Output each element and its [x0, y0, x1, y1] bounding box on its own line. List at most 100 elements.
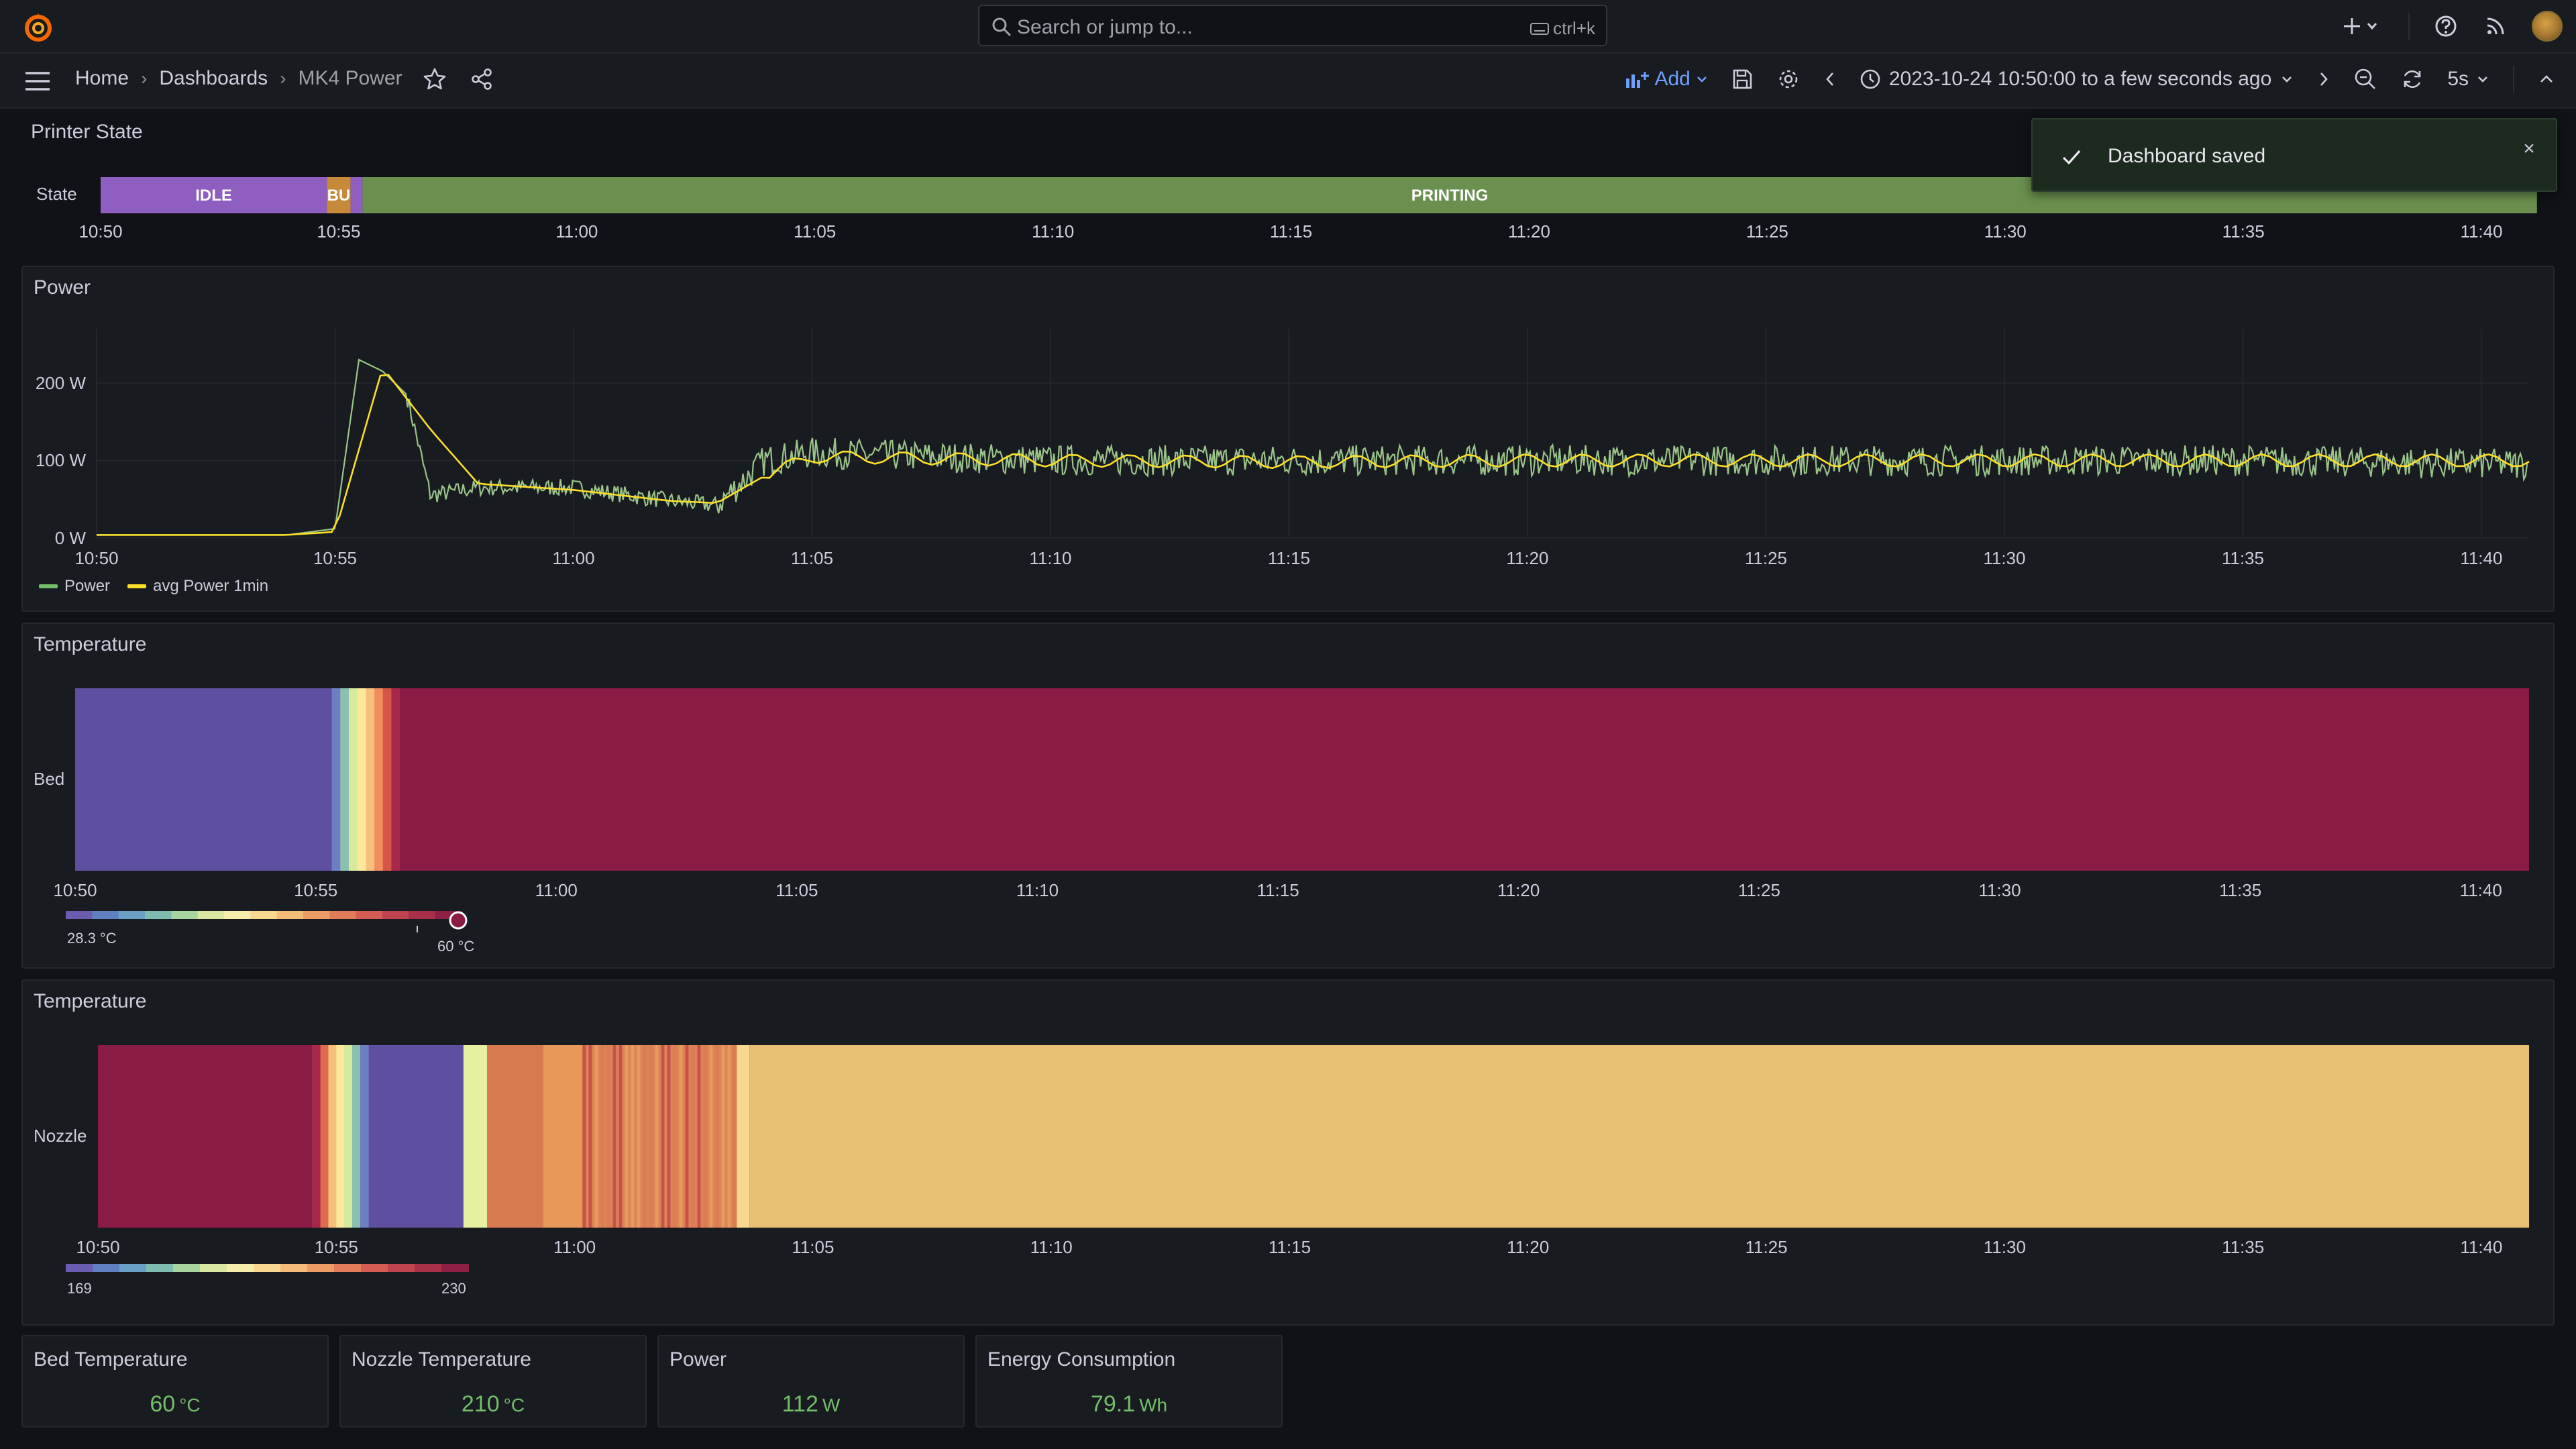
- nav-right-controls: Add 2023-10-24 10:50:00 to a few seconds…: [1625, 66, 2556, 93]
- divider: [2408, 13, 2410, 40]
- star-icon[interactable]: [423, 67, 447, 91]
- heatmap-cell: [643, 1045, 647, 1228]
- chevron-down-icon: [1697, 76, 1707, 83]
- x-tick-label: 11:00: [552, 548, 595, 568]
- heatmap-cell: [312, 1045, 321, 1228]
- rss-icon: [2487, 17, 2504, 35]
- heatmap-cell: [655, 1045, 659, 1228]
- heatmap-cell: [685, 1045, 689, 1228]
- time-range-picker[interactable]: 2023-10-24 10:50:00 to a few seconds ago: [1860, 68, 2294, 91]
- x-tick-label: 11:00: [535, 880, 578, 900]
- x-tick-label: 10:55: [294, 880, 338, 900]
- state-segment-label: BU: [327, 186, 351, 205]
- settings-gear-icon[interactable]: [1776, 67, 1801, 91]
- heatmap-cell: [715, 1045, 719, 1228]
- heatmap-cell: [382, 688, 392, 871]
- breadcrumb: Home › Dashboards › MK4 Power: [75, 67, 402, 90]
- heatmap-cell: [336, 1045, 345, 1228]
- legend-item-avg-power[interactable]: avg Power 1min: [127, 577, 268, 596]
- x-tick-label: 10:55: [314, 1237, 358, 1257]
- scale-swatch: [93, 1264, 120, 1272]
- time-shift-forward-icon[interactable]: [2317, 69, 2330, 89]
- scale-swatch: [307, 1264, 335, 1272]
- nozzle-scale-max: 230: [441, 1280, 466, 1297]
- time-range-text: 2023-10-24 10:50:00 to a few seconds ago: [1888, 68, 2272, 90]
- x-tick-label: 11:25: [1746, 221, 1788, 241]
- stat-nozzle-temperature: Nozzle Temperature 210 °C: [339, 1335, 647, 1428]
- x-tick-label: 11:05: [790, 548, 834, 568]
- heatmap-cell: [588, 1045, 592, 1228]
- new-menu-button[interactable]: [2343, 13, 2385, 40]
- heatmap-cell: [366, 688, 376, 871]
- heatmap-cell: [709, 1045, 713, 1228]
- refresh-interval-value: 5s: [2447, 68, 2469, 90]
- close-icon[interactable]: ×: [2516, 136, 2542, 162]
- x-tick-label: 11:00: [555, 221, 598, 241]
- x-tick-label: 11:10: [1029, 548, 1072, 568]
- help-button[interactable]: [2432, 13, 2459, 40]
- hamburger-menu-icon[interactable]: [24, 70, 51, 93]
- zoom-out-icon[interactable]: [2353, 67, 2377, 91]
- collapse-nav-icon[interactable]: [2537, 72, 2556, 86]
- scale-swatch: [145, 911, 172, 919]
- x-tick-label: 11:20: [1507, 221, 1550, 241]
- scale-swatch: [280, 1264, 308, 1272]
- x-tick-label: 11:05: [775, 880, 818, 900]
- heatmap-cell: [368, 1045, 464, 1228]
- heatmap-cell: [733, 1045, 737, 1228]
- x-tick-label: 11:15: [1256, 880, 1299, 900]
- heatmap-cell: [357, 688, 367, 871]
- nozzle-scale-min: 169: [67, 1280, 92, 1297]
- topbar-actions: [2343, 11, 2563, 42]
- grafana-logo-icon[interactable]: [21, 11, 55, 44]
- save-dashboard-icon[interactable]: [1731, 68, 1754, 91]
- news-button[interactable]: [2482, 13, 2509, 40]
- breadcrumb-dashboards[interactable]: Dashboards: [159, 67, 268, 90]
- x-tick-label: 11:05: [792, 1237, 835, 1257]
- share-icon[interactable]: [470, 67, 494, 91]
- stat-unit: °C: [179, 1395, 201, 1415]
- search-input[interactable]: Search or jump to... ctrl+k: [978, 5, 1607, 46]
- toast-message: Dashboard saved: [2108, 145, 2266, 167]
- plus-icon: [2344, 18, 2377, 34]
- scale-swatch: [356, 911, 383, 919]
- scale-swatch: [415, 1264, 442, 1272]
- scale-swatch: [119, 1264, 147, 1272]
- x-tick-label: 11:30: [1978, 880, 2021, 900]
- x-tick-label: 11:40: [2460, 548, 2503, 568]
- legend-swatch: [39, 584, 58, 588]
- nozzle-heatmap: [98, 1045, 2529, 1228]
- legend-item-power[interactable]: Power: [39, 577, 110, 596]
- x-tick-label: 11:25: [1737, 880, 1780, 900]
- x-tick-label: 11:15: [1267, 548, 1311, 568]
- scale-swatch: [66, 911, 93, 919]
- user-avatar[interactable]: [2532, 11, 2563, 42]
- x-tick-label: 11:25: [1745, 1237, 1788, 1257]
- heatmap-cell: [691, 1045, 695, 1228]
- chevron-down-icon: [2282, 76, 2292, 83]
- heatmap-cell: [600, 1045, 604, 1228]
- bed-scale-max: 60 °C: [437, 938, 475, 955]
- refresh-interval-picker[interactable]: 5s: [2447, 68, 2490, 91]
- add-button[interactable]: Add: [1625, 68, 1707, 91]
- printer-state-title: Printer State: [31, 121, 143, 143]
- breadcrumb-home[interactable]: Home: [75, 67, 129, 90]
- stat-title: Bed Temperature: [34, 1348, 188, 1371]
- x-tick-label: 11:25: [1744, 548, 1787, 568]
- x-tick-label: 11:10: [1016, 880, 1059, 900]
- scale-swatch: [361, 1264, 388, 1272]
- bed-scale-min: 28.3 °C: [67, 930, 117, 947]
- x-tick-label: 11:05: [794, 221, 837, 241]
- refresh-icon[interactable]: [2400, 67, 2424, 91]
- heatmap-cell: [667, 1045, 671, 1228]
- time-shift-back-icon[interactable]: [1823, 69, 1837, 89]
- scale-swatch: [92, 911, 119, 919]
- chevron-right-icon: ›: [280, 68, 286, 89]
- scale-swatch: [441, 1264, 469, 1272]
- scale-swatch: [224, 911, 252, 919]
- heatmap-cell: [721, 1045, 725, 1228]
- x-tick-label: 11:35: [2222, 1237, 2265, 1257]
- legend-label: Power: [64, 577, 111, 595]
- heatmap-cell: [543, 1045, 583, 1228]
- scale-swatch: [382, 911, 410, 919]
